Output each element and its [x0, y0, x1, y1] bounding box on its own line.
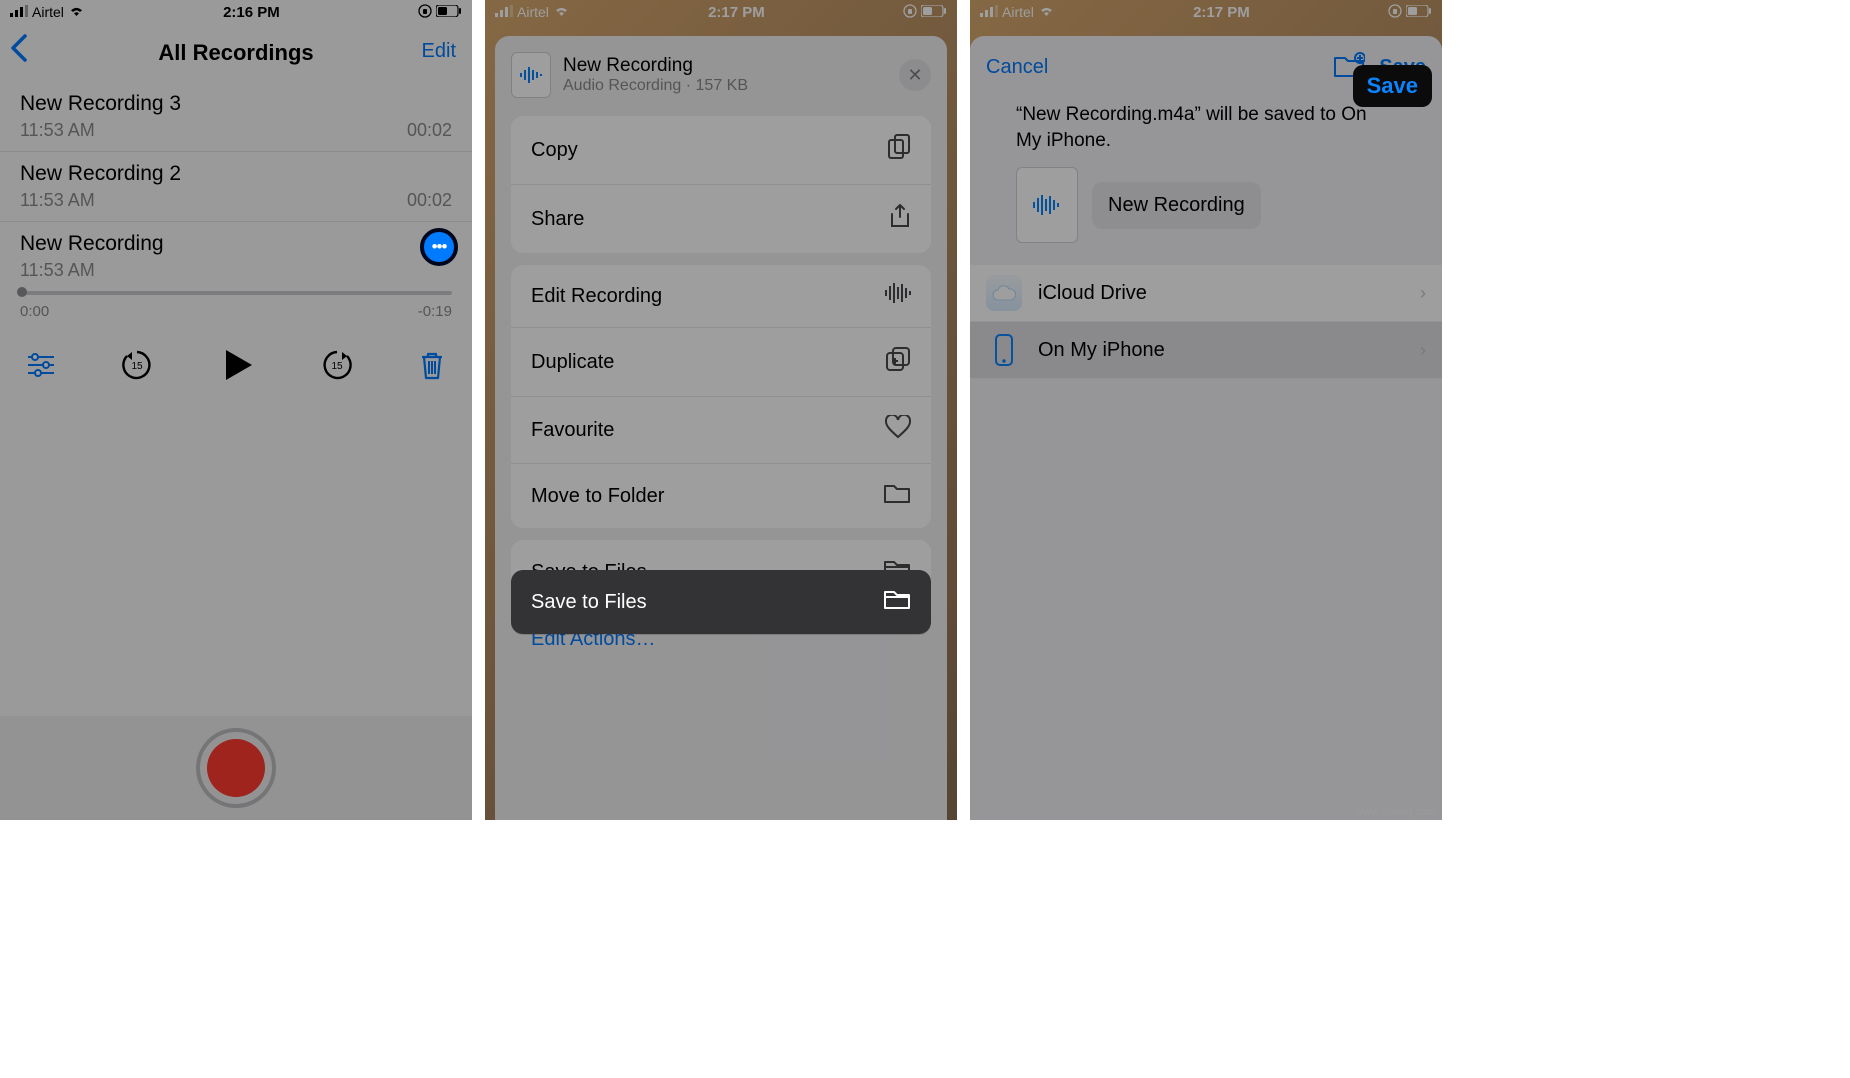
close-button[interactable]: ✕	[899, 59, 931, 91]
status-bar: Airtel 2:17 PM	[970, 0, 1442, 24]
phone-save-to-files: Airtel 2:17 PM Cancel Save “New Recordin…	[970, 0, 1442, 820]
highlight-label: Save to Files	[531, 591, 647, 614]
recording-title: New Recording 2	[20, 162, 452, 186]
recording-title: New Recording	[20, 232, 452, 256]
signal-icon	[495, 4, 513, 20]
action-move-folder[interactable]: Move to Folder	[511, 464, 931, 528]
heart-icon	[885, 415, 911, 445]
chevron-right-icon: ›	[1420, 283, 1426, 304]
wifi-icon	[1038, 4, 1055, 20]
files-folder-icon	[883, 588, 911, 616]
record-bar	[0, 716, 472, 820]
signal-icon	[980, 4, 998, 20]
back-button[interactable]	[10, 34, 28, 70]
svg-text:15: 15	[131, 361, 143, 372]
copy-icon	[887, 134, 911, 166]
location-label: On My iPhone	[1038, 339, 1165, 362]
wifi-icon	[553, 4, 570, 20]
clock-label: 2:16 PM	[223, 4, 280, 21]
recording-title: New Recording 3	[20, 92, 452, 116]
action-label: Favourite	[531, 419, 614, 442]
battery-icon	[1406, 4, 1432, 20]
carrier-label: Airtel	[1002, 4, 1034, 20]
action-label: Move to Folder	[531, 485, 664, 508]
rewind-15-icon[interactable]: 15	[120, 348, 154, 382]
highlight-save-to-files[interactable]: Save to Files	[511, 570, 931, 634]
action-label: Share	[531, 208, 584, 231]
phone-voice-memos-list: Airtel 2:16 PM All Recordings Edit New R…	[0, 0, 472, 820]
play-icon[interactable]	[218, 346, 256, 384]
orientation-lock-icon	[418, 4, 432, 21]
nav-bar: All Recordings Edit	[0, 24, 472, 82]
iphone-icon	[986, 332, 1022, 368]
edit-button[interactable]: Edit	[422, 40, 456, 63]
record-button[interactable]	[196, 728, 276, 808]
filename-field[interactable]: New Recording	[1092, 182, 1261, 229]
highlight-save-button[interactable]: Save	[1353, 65, 1432, 107]
chevron-right-icon: ›	[1420, 340, 1426, 361]
action-sheet: New Recording Audio Recording · 157 KB ✕…	[495, 36, 947, 820]
sheet-title: New Recording	[563, 55, 748, 77]
wifi-icon	[68, 4, 85, 20]
svg-text:15: 15	[331, 361, 343, 372]
save-message: “New Recording.m4a” will be saved to On …	[970, 98, 1442, 167]
orientation-lock-icon	[903, 4, 917, 21]
share-icon	[889, 203, 911, 235]
duplicate-icon	[885, 346, 911, 378]
recording-duration: 00:02	[407, 190, 452, 211]
page-title: All Recordings	[158, 40, 313, 66]
action-label: Duplicate	[531, 351, 614, 374]
signal-icon	[10, 4, 28, 20]
orientation-lock-icon	[1388, 4, 1402, 21]
action-label: Edit Recording	[531, 285, 662, 308]
clock-label: 2:17 PM	[708, 4, 765, 21]
elapsed-time: 0:00	[20, 303, 49, 320]
battery-icon	[436, 4, 462, 20]
remaining-time: -0:19	[418, 303, 452, 320]
folder-icon	[883, 482, 911, 510]
recording-duration: 00:02	[407, 120, 452, 141]
watermark: www.deuaq.com	[1355, 806, 1436, 818]
phone-action-sheet: Airtel 2:17 PM New Recording Audio Recor…	[485, 0, 957, 820]
recording-row[interactable]: New Recording 3 11:53 AM 00:02	[0, 82, 472, 152]
recording-row[interactable]: New Recording 2 11:53 AM 00:02	[0, 152, 472, 222]
recording-time: 11:53 AM	[20, 120, 95, 141]
action-share[interactable]: Share	[511, 185, 931, 253]
recording-time: 11:53 AM	[20, 190, 95, 211]
save-sheet: Cancel Save “New Recording.m4a” will be …	[970, 36, 1442, 820]
waveform-icon	[885, 283, 911, 309]
cancel-button[interactable]: Cancel	[986, 56, 1048, 79]
carrier-label: Airtel	[517, 4, 549, 20]
more-options-button[interactable]: •••	[420, 228, 458, 266]
status-bar: Airtel 2:16 PM	[0, 0, 472, 24]
action-duplicate[interactable]: Duplicate	[511, 328, 931, 397]
options-icon[interactable]	[26, 352, 56, 378]
location-icloud-drive[interactable]: iCloud Drive ›	[970, 265, 1442, 322]
audio-file-icon	[1016, 167, 1078, 243]
location-on-my-iphone[interactable]: On My iPhone ›	[970, 322, 1442, 379]
recording-time: 11:53 AM	[20, 260, 95, 281]
icloud-icon	[986, 275, 1022, 311]
location-label: iCloud Drive	[1038, 282, 1147, 305]
battery-icon	[921, 4, 947, 20]
playback-slider[interactable]	[0, 281, 472, 295]
action-favourite[interactable]: Favourite	[511, 397, 931, 464]
action-copy[interactable]: Copy	[511, 116, 931, 185]
trash-icon[interactable]	[418, 350, 446, 380]
status-bar: Airtel 2:17 PM	[485, 0, 957, 24]
action-edit-recording[interactable]: Edit Recording	[511, 265, 931, 328]
recording-row-selected[interactable]: New Recording 11:53 AM •••	[0, 222, 472, 281]
record-inner-icon	[207, 739, 265, 797]
action-label: Copy	[531, 139, 578, 162]
clock-label: 2:17 PM	[1193, 4, 1250, 21]
carrier-label: Airtel	[32, 4, 64, 20]
sheet-subtitle: Audio Recording · 157 KB	[563, 77, 748, 95]
forward-15-icon[interactable]: 15	[320, 348, 354, 382]
audio-file-icon	[511, 52, 551, 98]
